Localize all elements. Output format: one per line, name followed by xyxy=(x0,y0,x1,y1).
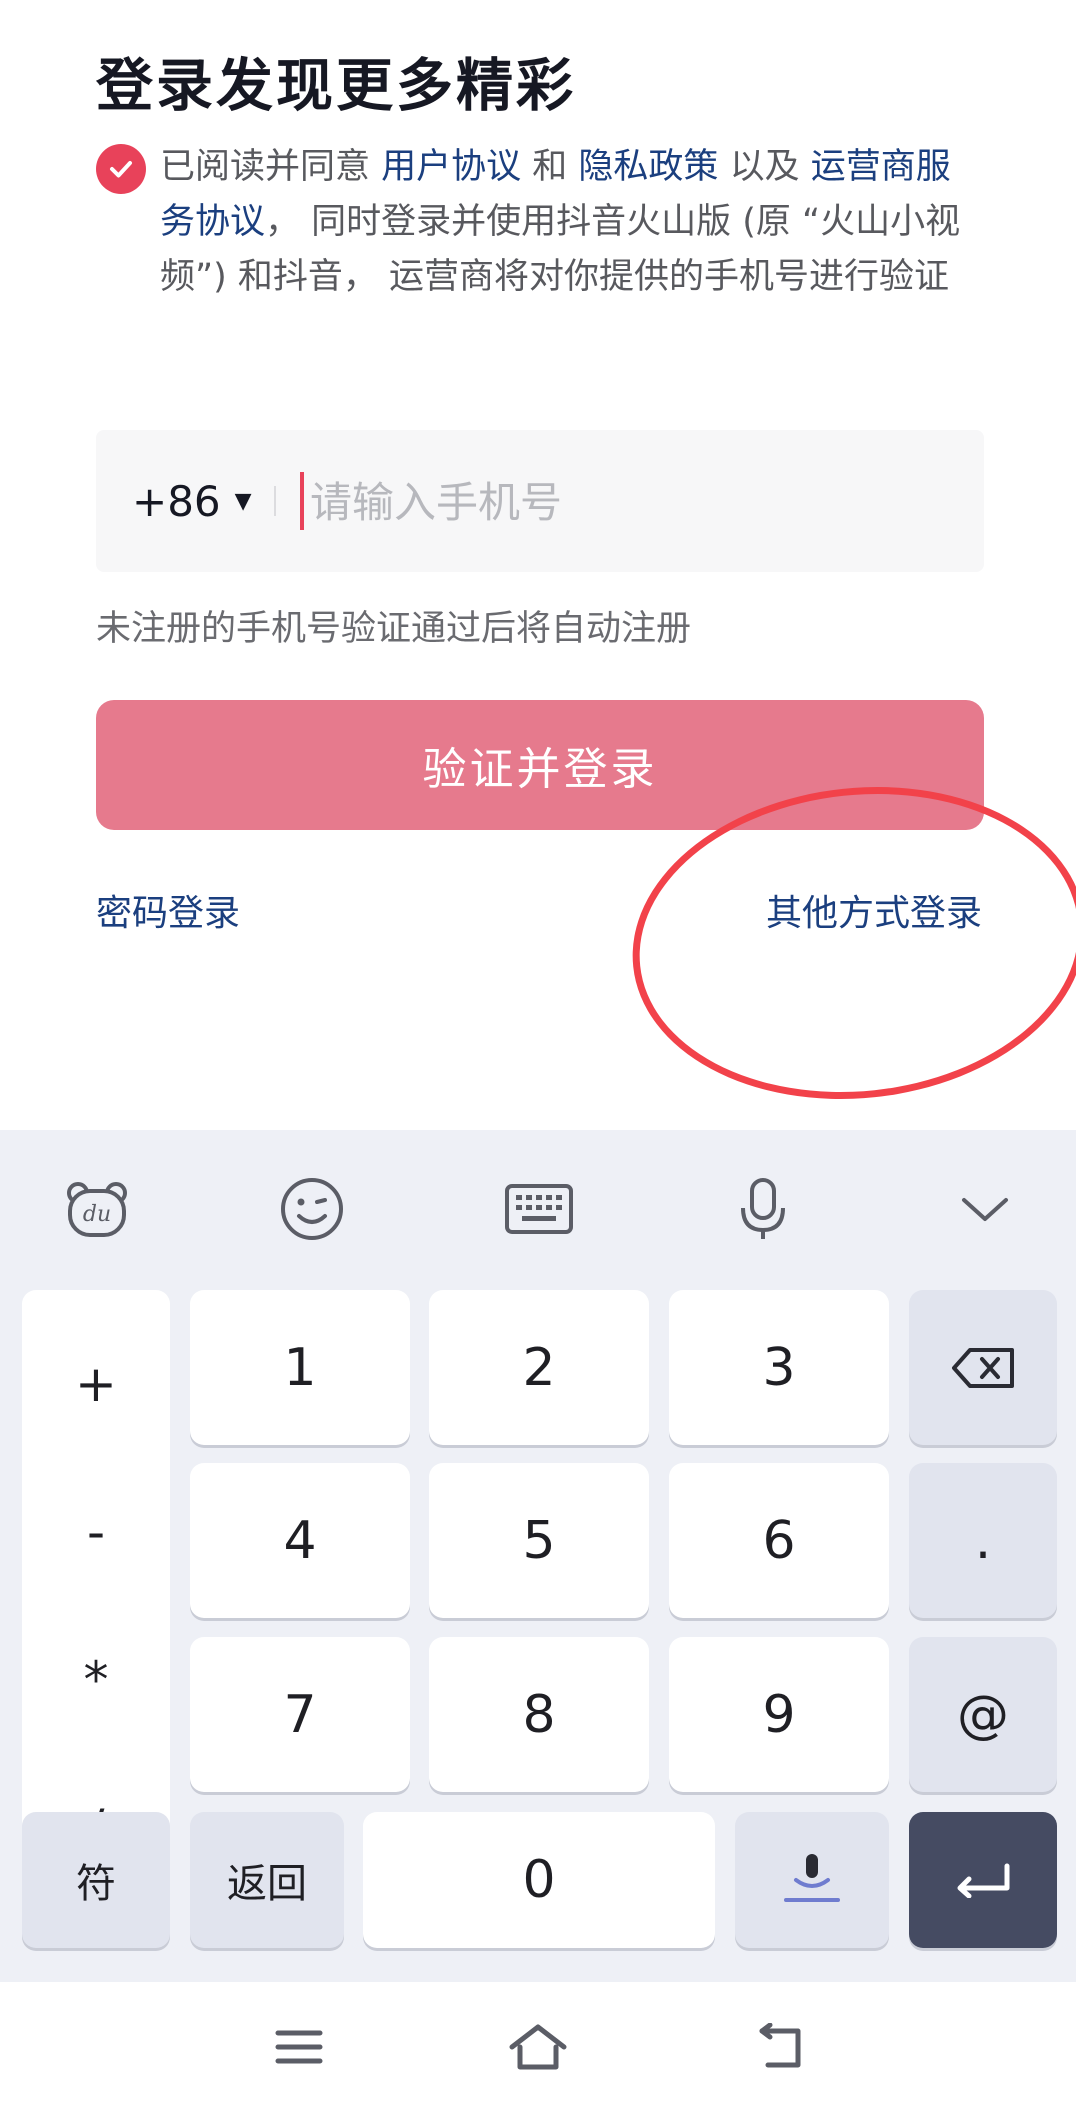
verify-login-button[interactable]: 验证并登录 xyxy=(96,700,984,830)
privacy-policy-link[interactable]: 隐私政策 xyxy=(578,147,718,187)
checkmark-icon xyxy=(110,161,132,178)
backspace-icon xyxy=(952,1347,1014,1388)
key-3[interactable]: 3 xyxy=(669,1290,889,1445)
agree-checkbox[interactable] xyxy=(96,144,146,194)
voice-input-key[interactable] xyxy=(735,1812,889,1948)
divider xyxy=(274,486,276,516)
other-login-link[interactable]: 其他方式登录 xyxy=(766,884,982,936)
password-login-link[interactable]: 密码登录 xyxy=(96,884,240,936)
enter-icon xyxy=(957,1863,1010,1898)
agreement-and: 和 xyxy=(521,147,579,187)
keyboard-toolbar: du xyxy=(0,1130,1076,1278)
user-agreement-link[interactable]: 用户协议 xyxy=(381,147,521,187)
key-6[interactable]: 6 xyxy=(669,1463,889,1618)
key-2[interactable]: 2 xyxy=(429,1290,649,1445)
country-code-selector[interactable]: +86 ▼ xyxy=(132,430,252,572)
auto-register-hint: 未注册的手机号验证通过后将自动注册 xyxy=(96,609,692,649)
key-5[interactable]: 5 xyxy=(429,1463,649,1618)
emoji-icon[interactable] xyxy=(277,1174,347,1244)
back-key[interactable]: 返回 xyxy=(190,1812,344,1948)
enter-key[interactable] xyxy=(909,1812,1057,1948)
key-0[interactable]: 0 xyxy=(363,1812,715,1948)
backspace-key[interactable] xyxy=(909,1290,1057,1445)
text-cursor xyxy=(300,472,304,530)
home-icon[interactable] xyxy=(503,2012,573,2082)
keyboard-icon[interactable] xyxy=(504,1174,574,1244)
page-title: 登录发现更多精彩 xyxy=(96,53,576,119)
key-at[interactable]: @ xyxy=(909,1637,1057,1792)
microphone-icon[interactable] xyxy=(728,1174,798,1244)
caret-down-icon: ▼ xyxy=(234,488,252,514)
key-plus[interactable]: + xyxy=(75,1355,117,1413)
menu-icon[interactable] xyxy=(264,2012,334,2082)
baidu-bear-icon[interactable]: du xyxy=(62,1174,132,1244)
key-8[interactable]: 8 xyxy=(429,1637,649,1792)
country-code: +86 xyxy=(132,476,221,526)
voice-icon xyxy=(784,1854,840,1902)
agreement-prefix: 已阅读并同意 xyxy=(160,147,382,187)
chevron-down-icon[interactable] xyxy=(950,1174,1020,1244)
system-nav-bar xyxy=(0,1982,1076,2112)
agreement-suffix: ， 同时登录并使用抖音火山版 (原 “火山小视频”) 和抖音， 运营商将对你提供… xyxy=(160,202,961,297)
agreement-as-well-as: 以及 xyxy=(718,147,811,187)
key-7[interactable]: 7 xyxy=(190,1637,410,1792)
agreement-text: 已阅读并同意 用户协议 和 隐私政策 以及 运营商服务协议， 同时登录并使用抖音… xyxy=(160,140,980,305)
key-9[interactable]: 9 xyxy=(669,1637,889,1792)
phone-number-input[interactable] xyxy=(308,468,952,536)
phone-input-box: +86 ▼ xyxy=(96,430,984,572)
key-4[interactable]: 4 xyxy=(190,1463,410,1618)
symbols-key[interactable]: 符 xyxy=(22,1812,170,1948)
numeric-keyboard: du + - * 1 2 3 4 5 6 7 8 9 . @ 符 返回 0 xyxy=(0,1130,1076,1982)
key-1[interactable]: 1 xyxy=(190,1290,410,1445)
back-nav-icon[interactable] xyxy=(745,2012,815,2082)
key-asterisk[interactable]: * xyxy=(84,1651,109,1709)
key-minus[interactable]: - xyxy=(87,1503,105,1561)
svg-text:du: du xyxy=(83,1202,111,1227)
key-dot[interactable]: . xyxy=(909,1463,1057,1618)
